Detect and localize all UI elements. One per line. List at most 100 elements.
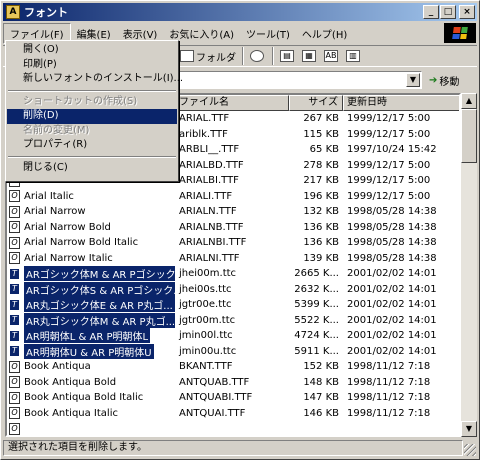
font-name: ARゴシック体S & AR Pゴシック...	[24, 281, 175, 297]
file-name-cell: jmin00u.ttc	[179, 345, 237, 357]
table-row[interactable]: O Arial Narrow Italic ARIALNI.TTF 139 KB 199…	[7, 251, 459, 267]
menu-tools[interactable]: ツール(T)	[240, 24, 296, 43]
file-name-cell: ANTQUAB.TTF	[179, 376, 250, 388]
modified-date-cell: 1998/05/28 14:38	[347, 221, 437, 233]
modified-date-cell: 1999/12/17 5:00	[347, 113, 431, 125]
column-header-file[interactable]: ファイル名	[175, 95, 289, 111]
table-row[interactable]: O	[7, 421, 459, 435]
file-menu-item[interactable]: 開く(O)	[7, 43, 177, 58]
table-row[interactable]: O Book Antiqua Italic ANTQUAI.TTF 146 KB 199…	[7, 406, 459, 422]
close-button[interactable]: ×	[459, 5, 475, 19]
table-row[interactable]: T ARゴシック体M & AR Pゴシック... jhei00m.ttc 2665 K…	[7, 266, 459, 282]
go-label: 移動	[439, 76, 460, 88]
file-size-cell: 148 KB	[303, 376, 339, 388]
status-bar: 選択された項目を削除します。	[3, 439, 477, 457]
maximize-button[interactable]: □	[440, 5, 456, 19]
vertical-scrollbar[interactable]: ▲ ▼	[461, 93, 477, 437]
table-row[interactable]: O Book Antiqua Bold ANTQUAB.TTF 148 KB 1998/…	[7, 375, 459, 391]
file-size-cell: 152 KB	[303, 361, 339, 373]
file-menu-item[interactable]: 閉じる(C)	[7, 161, 177, 176]
font-name-cell: O Book Antiqua Bold	[7, 376, 175, 389]
menu-separator	[8, 155, 176, 158]
table-row[interactable]: T AR明朝体L & AR P明朝体L jmin00l.ttc 4724 K... 20…	[7, 328, 459, 344]
menu-help[interactable]: ヘルプ(H)	[296, 24, 353, 43]
table-row[interactable]: O Arial Narrow ARIALN.TTF 132 KB 1998/05/28 …	[7, 204, 459, 220]
file-menu-item[interactable]: 新しいフォントのインストール(I)...	[7, 72, 183, 87]
file-name-cell: ARIALNB.TTF	[179, 221, 244, 233]
file-name-cell: jgtr00m.ttc	[179, 314, 236, 326]
scroll-thumb[interactable]	[461, 109, 477, 163]
file-size-cell: 2665 K...	[294, 268, 339, 280]
large-icons-view-button[interactable]: ▤	[277, 46, 299, 66]
resize-grip-icon[interactable]	[464, 444, 476, 456]
table-row[interactable]: T ARゴシック体S & AR Pゴシック... jhei00s.ttc 2632 K…	[7, 281, 459, 298]
folders-button[interactable]: フォルダ	[177, 46, 239, 66]
modified-date-cell: 1999/12/17 5:00	[347, 159, 431, 171]
file-size-cell: 5522 K...	[294, 314, 339, 326]
file-name-cell: ARIALNI.TTF	[179, 252, 240, 264]
font-name-cell: O Book Antiqua Bold Italic	[7, 391, 175, 404]
similarity-view-button[interactable]: AB	[321, 46, 343, 66]
modified-date-cell: 2001/02/02 14:01	[347, 283, 437, 295]
file-menu-item[interactable]: プロパティ(R)	[7, 138, 177, 153]
title-bar[interactable]: A フォント _ □ ×	[3, 3, 477, 21]
address-input[interactable]: ▼	[178, 71, 422, 89]
table-row[interactable]: O Book Antiqua Bold Italic ANTQUABI.TTF 147…	[7, 390, 459, 406]
file-menu-item[interactable]: 印刷(P)	[7, 58, 177, 73]
details-icon: ▥	[346, 50, 360, 62]
table-row[interactable]: T AR丸ゴシック体E & AR P丸ゴ... jgtr00e.ttc 5399 K.…	[7, 297, 459, 313]
opentype-font-icon: O	[9, 190, 20, 203]
history-button[interactable]	[247, 46, 269, 66]
modified-date-cell: 1999/12/17 5:00	[347, 190, 431, 202]
file-name-cell: jmin00l.ttc	[179, 330, 233, 342]
opentype-font-icon: O	[9, 360, 20, 373]
truetype-collection-icon: T	[9, 298, 20, 311]
file-name-cell: jgtr00e.ttc	[179, 299, 232, 311]
table-row[interactable]: T AR丸ゴシック体M & AR P丸ゴ... jgtr00m.ttc 5522 K.…	[7, 312, 459, 329]
column-header-date[interactable]: 更新日時	[343, 95, 459, 111]
file-name-cell: ARBLI__.TTF	[179, 144, 240, 156]
table-row[interactable]: T AR明朝体U & AR P明朝体U jmin00u.ttc 5911 K... 20…	[7, 343, 459, 360]
modified-date-cell: 2001/02/02 14:01	[347, 330, 437, 342]
scroll-down-button[interactable]: ▼	[461, 421, 477, 437]
details-view-button[interactable]: ▥	[343, 46, 365, 66]
windows-logo-icon	[444, 23, 476, 43]
font-name-cell: T AR明朝体L & AR P明朝体L	[7, 328, 175, 344]
table-row[interactable]: O Arial Narrow Bold Italic ARIALNBI.TTF 136…	[7, 235, 459, 251]
scroll-up-button[interactable]: ▲	[461, 93, 477, 109]
status-text: 選択された項目を削除します。	[3, 440, 463, 456]
file-size-cell: 136 KB	[303, 221, 339, 233]
font-name: AR明朝体L & AR P明朝体L	[24, 328, 151, 344]
table-row[interactable]: O Book Antiqua BKANT.TTF 152 KB 1998/11/12 7…	[7, 359, 459, 375]
window-title: フォント	[24, 6, 68, 19]
modified-date-cell: 1998/11/12 7:18	[347, 376, 431, 388]
opentype-font-icon: O	[9, 407, 20, 420]
opentype-font-icon: O	[9, 252, 20, 265]
file-name-cell: ARIALI.TTF	[179, 190, 233, 202]
file-size-cell: 267 KB	[303, 113, 339, 125]
table-row[interactable]: O Arial Italic ARIALI.TTF 196 KB 1999/12/17 …	[7, 189, 459, 205]
list-view-button[interactable]: ▦	[299, 46, 321, 66]
font-name: Book Antiqua Bold Italic	[24, 392, 144, 404]
file-menu-item[interactable]: 削除(D)	[7, 109, 177, 124]
go-button[interactable]: ➔ 移動	[429, 71, 459, 89]
modified-date-cell: 2001/02/02 14:01	[347, 314, 437, 326]
modified-date-cell: 1999/12/17 5:00	[347, 128, 431, 140]
truetype-collection-icon: T	[9, 345, 20, 358]
toolbar-separator	[272, 47, 274, 65]
file-size-cell: 132 KB	[303, 206, 339, 218]
opentype-font-icon: O	[9, 221, 20, 234]
font-name: Arial Narrow	[24, 206, 86, 218]
chevron-down-icon[interactable]: ▼	[406, 73, 420, 87]
column-header-size[interactable]: サイズ	[289, 95, 343, 111]
menu-separator	[8, 89, 176, 92]
file-name-cell: ARIALNBI.TTF	[179, 237, 247, 249]
table-row[interactable]: O Arial Narrow Bold ARIALNB.TTF 136 KB 1998/…	[7, 220, 459, 236]
minimize-button[interactable]: _	[423, 5, 439, 19]
font-name-cell: T AR明朝体U & AR P明朝体U	[7, 343, 175, 359]
opentype-font-icon: O	[9, 422, 20, 435]
file-size-cell: 217 KB	[303, 175, 339, 187]
modified-date-cell: 1997/10/24 15:42	[347, 144, 437, 156]
truetype-collection-icon: T	[9, 267, 20, 280]
folder-icon	[180, 50, 194, 62]
